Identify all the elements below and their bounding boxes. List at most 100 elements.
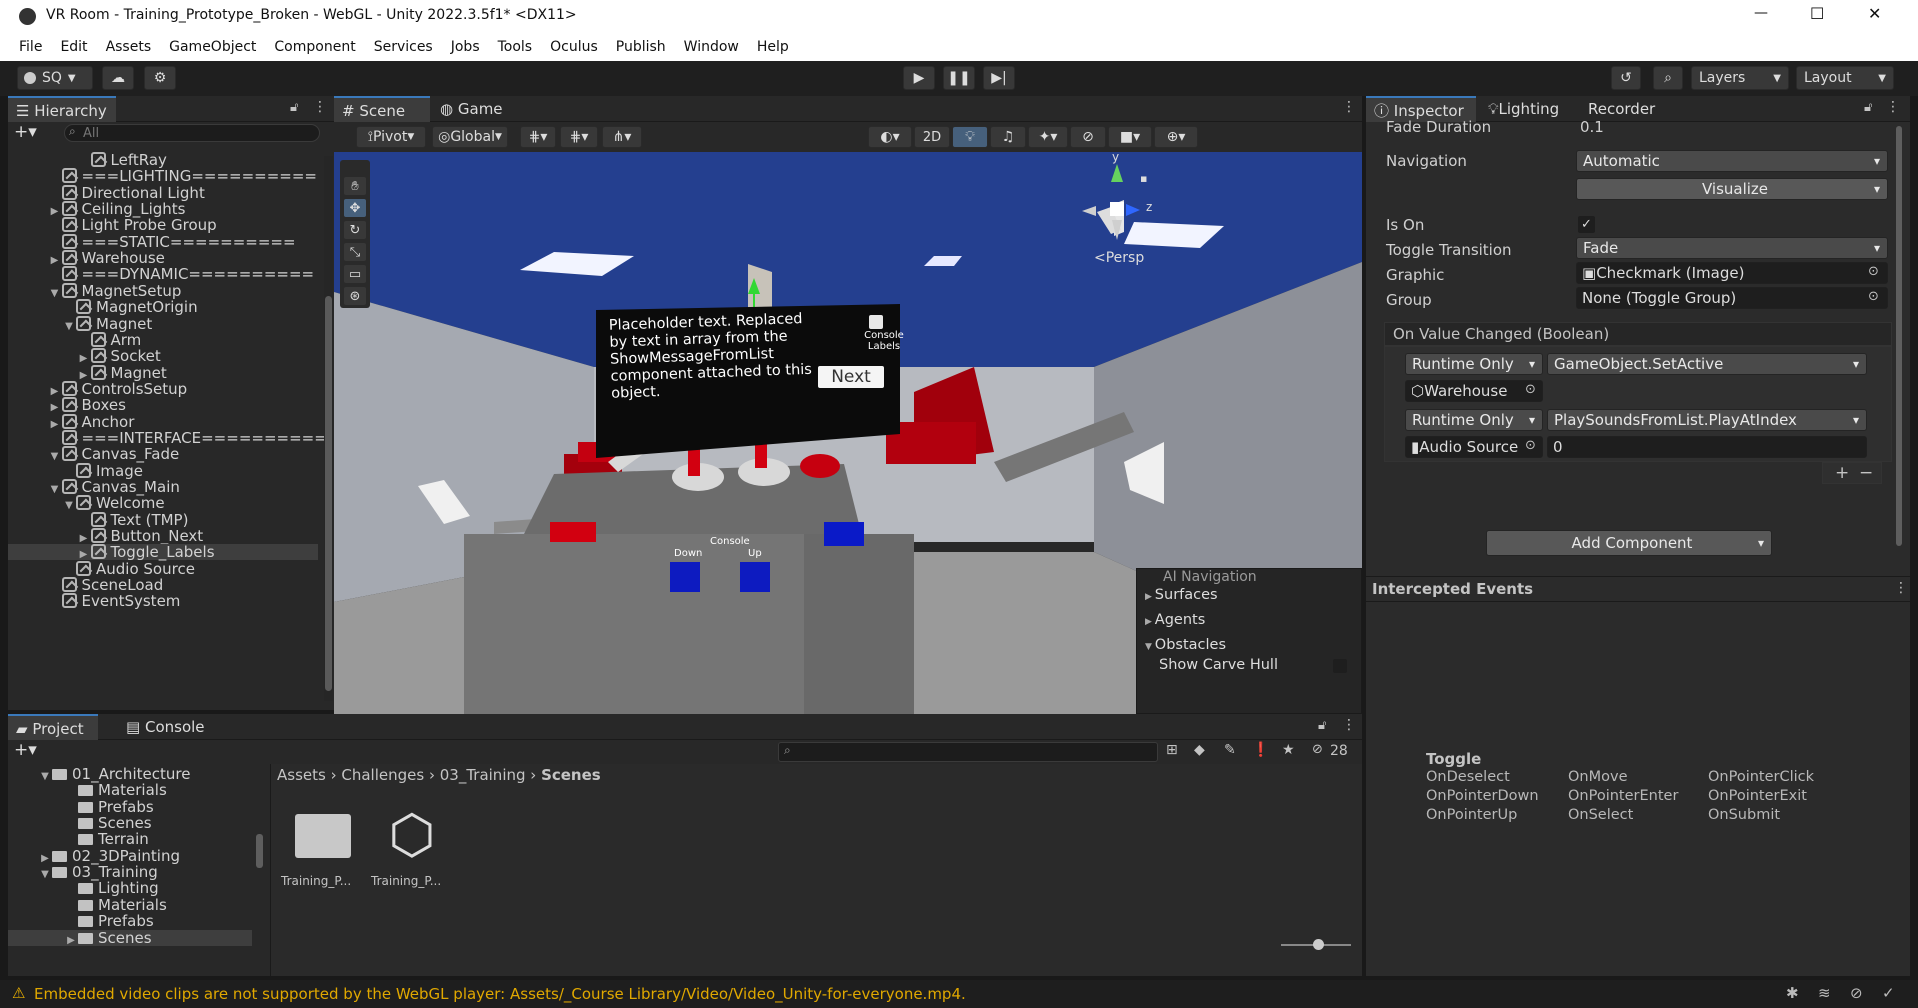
project-tree-item[interactable]: Terrain	[8, 831, 252, 847]
hierarchy-item[interactable]: ▼ Canvas_Main	[8, 479, 318, 495]
tab-console[interactable]: ▤ Console	[118, 714, 214, 740]
hierarchy-item[interactable]: Audio Source	[8, 560, 318, 577]
object-picker-icon[interactable]: ⊙	[1525, 438, 1536, 453]
navigation-dropdown[interactable]: Automatic	[1576, 150, 1888, 172]
hierarchy-item[interactable]: ▶ Anchor	[8, 413, 318, 430]
hierarchy-item[interactable]: Text (TMP)	[8, 511, 318, 528]
status-message[interactable]: Embedded video clips are not supported b…	[34, 985, 966, 1003]
lock-icon[interactable]: 🔓︎	[1864, 100, 1872, 115]
hierarchy-item[interactable]: ===STATIC==========	[8, 233, 318, 250]
rect-tool-icon[interactable]: ▭	[343, 264, 367, 284]
menu-help[interactable]: Help	[748, 33, 798, 61]
breadcrumb-challenges[interactable]: Challenges	[341, 766, 424, 784]
scrollbar-thumb[interactable]	[1896, 126, 1902, 546]
hierarchy-item[interactable]: LeftRay	[8, 152, 318, 168]
group-field[interactable]: None (Toggle Group)	[1576, 287, 1888, 309]
hierarchy-item[interactable]: ▼ Canvas_Fade	[8, 446, 318, 462]
inspector-scrollbar[interactable]	[1894, 126, 1904, 570]
event1-mode-dropdown[interactable]: Runtime Only	[1405, 353, 1543, 375]
add-object-button[interactable]: +▾	[14, 122, 37, 142]
auto-generate-lighting-icon[interactable]: ⊘	[1850, 984, 1863, 1002]
cloud-button[interactable]: ☁	[102, 66, 134, 90]
step-button[interactable]: ▶|	[983, 66, 1015, 90]
event1-target-field[interactable]: ⬡Warehouse	[1405, 380, 1543, 402]
grid-snap-button[interactable]: ⋕▾	[560, 126, 598, 148]
project-tree-item[interactable]: ▶ Scenes	[8, 929, 252, 949]
event2-target-field[interactable]: ▮Audio Source	[1405, 436, 1543, 458]
more-menu-icon[interactable]: ⋮	[1342, 99, 1356, 115]
scrollbar-thumb[interactable]	[325, 296, 332, 691]
more-menu-icon[interactable]: ⋮	[313, 99, 327, 115]
project-tree-item[interactable]: Lighting	[8, 880, 252, 896]
tab-project[interactable]: ▰ Project	[8, 714, 98, 740]
progress-icon[interactable]: ✓	[1882, 984, 1895, 1002]
hierarchy-item[interactable]: ▶ Socket	[8, 348, 318, 364]
icon-size-slider[interactable]	[1281, 939, 1351, 950]
hierarchy-item[interactable]: ▶ Toggle_Labels	[8, 544, 318, 561]
persp-toggle[interactable]: <Persp	[1094, 250, 1144, 266]
project-tree-item[interactable]: ▶ 02_3DPainting	[8, 848, 252, 864]
project-search-input[interactable]	[778, 742, 1158, 762]
menu-file[interactable]: File	[10, 33, 51, 61]
project-tree-item[interactable]: Materials	[8, 782, 252, 798]
hierarchy-item[interactable]: MagnetOrigin	[8, 299, 318, 315]
menu-gameobject[interactable]: GameObject	[160, 33, 265, 61]
toggle-2d-button[interactable]: 2D	[914, 126, 950, 148]
menu-tools[interactable]: Tools	[489, 33, 542, 61]
breadcrumb-training[interactable]: 03_Training	[440, 766, 526, 784]
cache-icon[interactable]: ≋	[1818, 984, 1831, 1002]
event2-argument-field[interactable]: 0	[1547, 436, 1867, 458]
global-dropdown[interactable]: ◎ Global ▼	[432, 126, 508, 148]
remove-event-button[interactable]: −	[1859, 463, 1873, 483]
show-carve-hull-checkbox[interactable]	[1333, 659, 1347, 673]
event2-function-dropdown[interactable]: PlaySoundsFromList.PlayAtIndex	[1547, 409, 1867, 431]
pause-button[interactable]: ❚❚	[943, 66, 975, 90]
ai-nav-obstacles[interactable]: ▼ Obstacles	[1145, 637, 1226, 653]
audio-toggle[interactable]: ♫	[990, 126, 1026, 148]
more-menu-icon[interactable]: ⋮	[1886, 99, 1900, 115]
add-event-button[interactable]: +	[1835, 463, 1849, 483]
move-tool-icon[interactable]: ✥	[343, 198, 367, 218]
scale-tool-icon[interactable]: ⤡	[343, 242, 367, 262]
project-tree-item[interactable]: Prefabs	[8, 799, 252, 815]
debug-icon[interactable]: ✱	[1786, 984, 1799, 1002]
menu-services[interactable]: Services	[365, 33, 442, 61]
history-button[interactable]: ↺	[1611, 66, 1641, 90]
create-asset-button[interactable]: +▾	[14, 740, 37, 760]
event1-function-dropdown[interactable]: GameObject.SetActive	[1547, 353, 1867, 375]
star-icon[interactable]: ★	[1282, 742, 1295, 758]
slider-thumb[interactable]	[1313, 939, 1324, 950]
hierarchy-item[interactable]: ▶ Boxes	[8, 397, 318, 413]
more-menu-icon[interactable]: ⋮	[1342, 717, 1356, 733]
menu-component[interactable]: Component	[265, 33, 364, 61]
effects-toggle[interactable]: ✦▾	[1028, 126, 1068, 148]
hierarchy-item[interactable]: ===INTERFACE==========	[8, 429, 326, 446]
maximize-button[interactable]: ☐	[1810, 4, 1824, 23]
close-button[interactable]: ✕	[1868, 4, 1881, 23]
hand-tool-icon[interactable]: ✋︎	[343, 176, 367, 196]
hierarchy-item[interactable]: ▶ Button_Next	[8, 528, 318, 544]
hierarchy-item[interactable]: ▼ Welcome	[8, 495, 318, 511]
menu-oculus[interactable]: Oculus	[541, 33, 607, 61]
hierarchy-item[interactable]: Arm	[8, 331, 318, 348]
chevron-right-icon[interactable]: ▶	[64, 933, 78, 949]
hierarchy-item[interactable]: SceneLoad	[8, 577, 318, 593]
camera-settings[interactable]: ■▾	[1108, 126, 1152, 148]
hierarchy-item[interactable]: Directional Light	[8, 184, 318, 201]
menu-publish[interactable]: Publish	[607, 33, 675, 61]
project-tree-item[interactable]: Scenes	[8, 815, 252, 831]
search-by-label-icon[interactable]: ◆	[1194, 742, 1205, 758]
layout-dropdown[interactable]: Layout ▼	[1796, 66, 1894, 90]
layers-dropdown[interactable]: Layers ▼	[1691, 66, 1789, 90]
tag-icon[interactable]: ✎	[1224, 742, 1236, 758]
rotate-tool-icon[interactable]: ↻	[343, 220, 367, 240]
increment-snap-button[interactable]: ⋔▾	[602, 126, 642, 148]
event2-mode-dropdown[interactable]: Runtime Only	[1405, 409, 1543, 431]
object-picker-icon[interactable]: ⊙	[1868, 264, 1879, 279]
tab-hierarchy[interactable]: ☰ Hierarchy	[8, 96, 116, 122]
hierarchy-item[interactable]: ===DYNAMIC==========	[8, 266, 318, 282]
menu-jobs[interactable]: Jobs	[442, 33, 489, 61]
minimize-button[interactable]: —	[1754, 5, 1768, 21]
add-component-button[interactable]: Add Component	[1486, 530, 1772, 556]
menu-assets[interactable]: Assets	[97, 33, 161, 61]
